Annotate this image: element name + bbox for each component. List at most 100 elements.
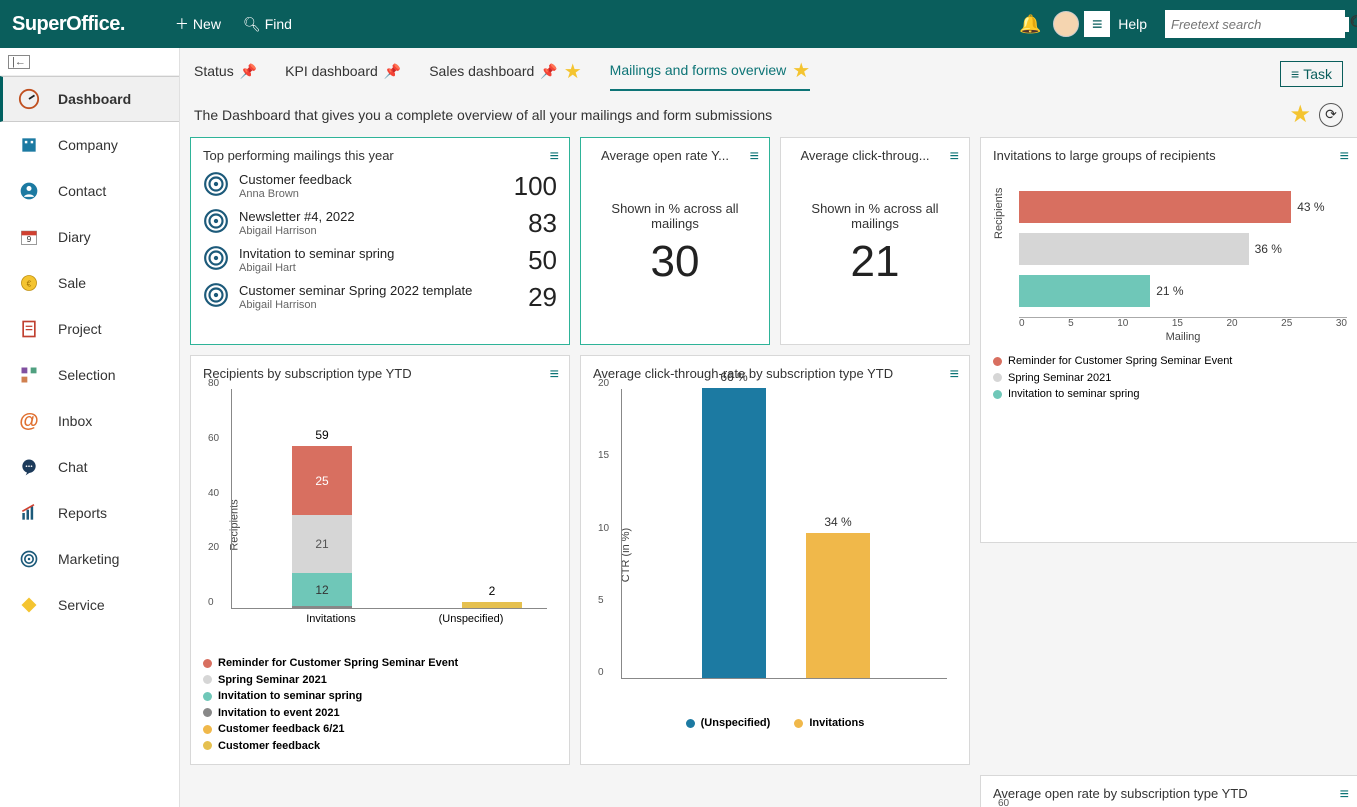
sidebar-item-sale[interactable]: € Sale [0,260,179,306]
sidebar-item-inbox[interactable]: @Inbox [0,398,179,444]
open-rate-card: ≡ Average open rate Y... Shown in % acro… [580,137,770,345]
card-title: Average open rate Y... [593,148,757,163]
sidebar: |← Dashboard Company Contact 9Diary € Sal… [0,48,180,807]
tab-kpi[interactable]: KPI dashboard📌 [285,63,401,86]
tab-row: Status📌 KPI dashboard📌 Sales dashboard📌★… [190,48,1347,92]
card-title: Average open rate by subscription type Y… [993,786,1347,801]
card-title: Top performing mailings this year [203,148,557,163]
chart-legend: Reminder for Customer Spring Seminar Eve… [203,655,557,754]
sidebar-item-dashboard[interactable]: Dashboard [0,76,179,122]
sidebar-item-diary[interactable]: 9Diary [0,214,179,260]
topbar: SuperOffice. ＋New 🔍︎Find 🔔 ≡ Help 🔍︎ [0,0,1357,48]
card-menu-icon[interactable]: ≡ [550,366,559,384]
pin-icon: 📌 [540,63,557,80]
sidebar-item-label: Sale [58,275,86,291]
building-icon [18,134,40,156]
recipients-chart: Recipients 020406080 59 25 21 12 [203,389,557,649]
coin-icon: € [18,272,40,294]
dashboard-description: The Dashboard that gives you a complete … [194,107,772,123]
card-menu-icon[interactable]: ≡ [1340,148,1349,166]
search-go-icon[interactable]: 🔍︎ [1349,14,1357,34]
category-label: Invitations [291,613,371,625]
menu-icon[interactable]: ≡ [1084,11,1110,37]
recipients-subscription-card: ≡ Recipients by subscription type YTD Re… [190,355,570,765]
sidebar-item-contact[interactable]: Contact [0,168,179,214]
sidebar-item-company[interactable]: Company [0,122,179,168]
bar-label: 43 % [1297,200,1324,214]
tab-sales[interactable]: Sales dashboard📌★ [429,59,581,90]
target-icon [203,282,229,313]
task-button[interactable]: ≡Task [1280,61,1343,87]
sidebar-item-service[interactable]: Service [0,582,179,628]
new-button[interactable]: ＋New [175,14,221,34]
card-menu-icon[interactable]: ≡ [950,148,959,166]
find-button[interactable]: 🔍︎Find [243,16,292,33]
svg-text:€: € [27,278,32,288]
mailing-value: 29 [528,282,557,313]
sidebar-item-selection[interactable]: Selection [0,352,179,398]
card-menu-icon[interactable]: ≡ [1340,786,1349,804]
target-icon [203,245,229,276]
bell-icon[interactable]: 🔔 [1012,6,1048,42]
category-label: (Unspecified) [431,613,511,625]
sidebar-item-label: Marketing [58,551,119,567]
collapse-sidebar[interactable]: |← [0,48,179,76]
person-icon [18,180,40,202]
search-box[interactable]: 🔍︎ [1165,10,1345,38]
ctr-chart: CTR (in %) 05101520 66 % 34 % [593,389,957,709]
sidebar-item-chat[interactable]: Chat [0,444,179,490]
sidebar-item-label: Company [58,137,118,153]
card-menu-icon[interactable]: ≡ [750,148,759,166]
card-menu-icon[interactable]: ≡ [950,366,959,384]
click-rate-value: 21 [793,237,957,287]
gauge-icon [18,88,40,110]
card-subtitle: Shown in % across all mailings [593,201,757,231]
favorite-icon[interactable]: ★ [1289,100,1311,129]
grid-icon [18,364,40,386]
top-mailings-card: ≡ Top performing mailings this year Cust… [190,137,570,345]
menu-icon: ≡ [1291,66,1299,82]
card-menu-icon[interactable]: ≡ [550,148,559,166]
search-input[interactable] [1171,17,1349,32]
x-axis: 051015202530 [1019,317,1347,329]
target-icon [203,171,229,202]
x-axis-label: Mailing [1019,331,1347,343]
sidebar-item-label: Selection [58,367,116,383]
pin-icon: 📌 [240,63,257,80]
card-title: Average click-through-rate by subscripti… [593,366,957,381]
tab-mailings[interactable]: Mailings and forms overview★ [610,58,811,91]
ctr-subscription-card: ≡ Average click-through-rate by subscrip… [580,355,970,765]
mailing-row[interactable]: Invitation to seminar springAbigail Hart… [203,245,557,276]
card-title: Invitations to large groups of recipient… [993,148,1347,163]
mailing-name: Newsletter #4, 2022 [239,209,518,225]
sidebar-item-label: Chat [58,459,88,475]
chart-legend: Reminder for Customer Spring Seminar Eve… [993,353,1347,403]
sidebar-item-label: Service [58,597,105,613]
mailing-author: Abigail Harrison [239,299,518,312]
star-icon: ★ [564,59,582,84]
bar-label: 36 % [1255,242,1282,256]
avatar[interactable] [1048,6,1084,42]
sidebar-item-label: Inbox [58,413,92,429]
target-icon [18,548,40,570]
sidebar-item-project[interactable]: Project [0,306,179,352]
search-icon: 🔍︎ [243,16,261,33]
help-link[interactable]: Help [1118,6,1147,42]
mailing-value: 100 [514,171,557,202]
mailing-author: Abigail Hart [239,262,518,275]
mailing-row[interactable]: Customer seminar Spring 2022 templateAbi… [203,282,557,313]
open-rate-value: 30 [593,237,757,287]
mailing-row[interactable]: Newsletter #4, 2022Abigail Harrison 83 [203,208,557,239]
refresh-icon[interactable]: ⟳ [1319,103,1343,127]
card-title: Average click-throug... [793,148,957,163]
mailing-value: 50 [528,245,557,276]
chart-icon [18,502,40,524]
mailing-name: Customer feedback [239,172,504,188]
tab-status[interactable]: Status📌 [194,63,257,86]
sidebar-item-marketing[interactable]: Marketing [0,536,179,582]
mailing-row[interactable]: Customer feedbackAnna Brown 100 [203,171,557,202]
pin-icon: 📌 [384,63,401,80]
bar-label: 21 % [1156,284,1183,298]
open-rate-subscription-card: ≡ Average open rate by subscription type… [980,775,1357,807]
sidebar-item-reports[interactable]: Reports [0,490,179,536]
